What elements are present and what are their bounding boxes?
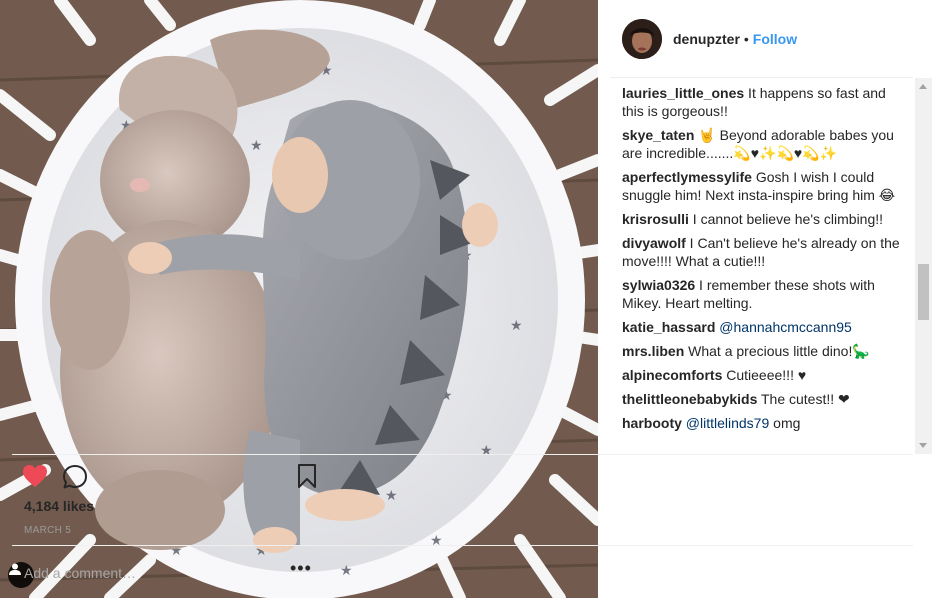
comment-mention-link[interactable]: @littlelinds79 [686, 415, 769, 431]
comment-username[interactable]: sylwia0326 [622, 277, 695, 293]
comment-mention-link[interactable]: @hannahcmccann95 [719, 319, 852, 335]
svg-text:★: ★ [385, 488, 398, 504]
comment-username[interactable]: divyawolf [622, 235, 686, 251]
svg-text:★: ★ [250, 138, 263, 154]
post-header: denupzter • Follow [598, 0, 933, 78]
comment-item: aperfectlymessylife Gosh I wish I could … [622, 168, 910, 204]
more-dots-icon[interactable]: ••• [290, 559, 311, 581]
comment-item: skye_taten 🤘 Beyond adorable babes you a… [622, 126, 910, 162]
comment-item: krisrosulli I cannot believe he's climbi… [622, 210, 910, 228]
comment-item: harbooty @littlelinds79 omg [622, 414, 910, 432]
comment-text: Cutieeee!!! ♥ [722, 367, 807, 383]
comment-username[interactable]: katie_hassard [622, 319, 715, 335]
comment-bubble-icon[interactable] [62, 464, 88, 495]
comment-username[interactable]: mrs.liben [622, 343, 684, 359]
post-side-panel: denupzter • Follow lauries_little_ones I… [598, 0, 933, 598]
comment-text: The cutest!! ❤ [757, 391, 850, 407]
separator-dot: • [743, 31, 749, 47]
comment-username[interactable]: skye_taten [622, 127, 694, 143]
svg-text:★: ★ [510, 318, 523, 334]
action-bar [22, 462, 317, 492]
comment-item: mrs.liben What a precious little dino!🦕 [622, 342, 910, 360]
comment-item: katie_hassard @hannahcmccann95 [622, 318, 910, 336]
comment-username[interactable]: thelittleonebabykids [622, 391, 757, 407]
comment-item: lauries_little_ones It happens so fast a… [622, 84, 910, 120]
comment-username[interactable]: lauries_little_ones [622, 85, 744, 101]
comment-username[interactable]: harbooty [622, 415, 682, 431]
bookmark-icon[interactable] [297, 463, 317, 494]
svg-text:★: ★ [480, 443, 493, 459]
comment-username[interactable]: krisrosulli [622, 211, 689, 227]
add-comment-input[interactable] [24, 562, 274, 584]
comment-item: divyawolf I Can't believe he's already o… [622, 234, 910, 270]
scrollbar-thumb[interactable] [918, 264, 929, 320]
svg-text:★: ★ [430, 533, 443, 549]
comment-item: alpinecomforts Cutieeee!!! ♥ [622, 366, 910, 384]
avatar[interactable] [622, 19, 662, 59]
svg-text:★: ★ [340, 563, 353, 579]
comment-text: What a precious little dino!🦕 [684, 343, 870, 359]
comments-scrollbar[interactable] [915, 78, 932, 454]
divider [12, 454, 913, 455]
comment-item: sylwia0326 I remember these shots with M… [622, 276, 910, 312]
divider [12, 545, 913, 546]
follow-button[interactable]: Follow [753, 31, 797, 47]
post-date[interactable]: MARCH 5 [24, 525, 71, 536]
comment-text: I cannot believe he's climbing!! [688, 211, 884, 227]
scroll-down-arrow-icon[interactable] [919, 443, 927, 448]
heart-icon[interactable] [22, 464, 48, 493]
comments-list: lauries_little_ones It happens so fast a… [622, 84, 910, 454]
comment-text: omg [769, 415, 801, 431]
likes-count[interactable]: 4,184 likes [24, 498, 94, 514]
username[interactable]: denupzter [673, 31, 740, 47]
comment-username[interactable]: alpinecomforts [622, 367, 722, 383]
comment-item: thelittleonebabykids The cutest!! ❤ [622, 390, 910, 408]
scroll-up-arrow-icon[interactable] [919, 84, 927, 89]
comment-username[interactable]: aperfectlymessylife [622, 169, 752, 185]
